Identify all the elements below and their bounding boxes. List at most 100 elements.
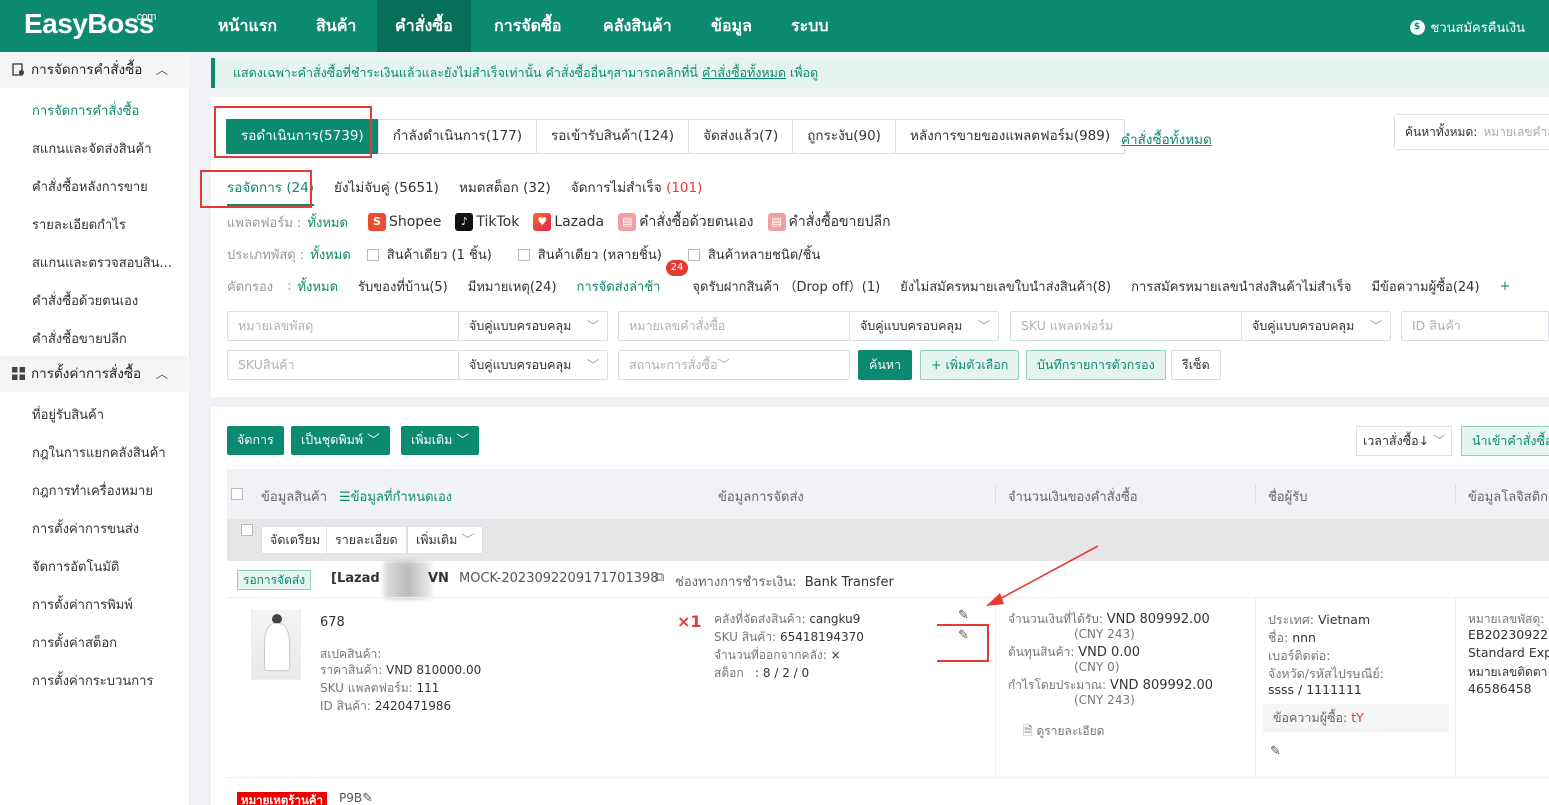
sidebar-item-print-settings[interactable]: การตั้งค่าการพิมพ์ <box>32 594 133 615</box>
nav-system[interactable]: ระบบ <box>773 0 847 52</box>
match-mode-select[interactable]: จับคู่แบบครอบคลุม ﹀ <box>1241 311 1391 341</box>
product-sku-input[interactable]: SKUสินค้า <box>227 350 459 380</box>
sidebar-group-order-settings[interactable]: การตั้งค่าการสั่งซื้อ ︿ <box>0 356 190 392</box>
import-orders-button[interactable]: นำเข้าคำสั่งซื้อ <box>1461 426 1549 456</box>
filter-home-pickup[interactable]: รับของที่บ้าน(5) <box>358 276 448 297</box>
nav-products[interactable]: สินค้า <box>298 0 374 52</box>
count-badge: 24 <box>665 260 689 276</box>
select-all-checkbox[interactable] <box>231 488 243 500</box>
edit-address-icon[interactable]: ✎ <box>1270 744 1281 759</box>
nav-data[interactable]: ข้อมูล <box>693 0 770 52</box>
filter-drop-off[interactable]: จุดรับฝากสินค้า （Drop off）(1) <box>692 276 880 297</box>
sidebar-item-profit[interactable]: รายละเอียดกำไร <box>32 214 126 235</box>
referral-link[interactable]: $ ชวนสมัครคืนเงิน <box>1409 17 1525 38</box>
product-image[interactable] <box>251 610 301 680</box>
buyer-message: ข้อความผู้ซื้อ: tY <box>1263 704 1449 732</box>
checkbox[interactable] <box>366 248 379 261</box>
row-checkbox[interactable] <box>241 524 253 536</box>
more-actions-button[interactable]: เพิ่มเติม ﹀ <box>401 426 479 455</box>
product-name[interactable]: 678 <box>320 615 345 630</box>
sidebar-item-scan-ship[interactable]: สแกนและจัดส่งสินค้า <box>32 138 152 159</box>
order-status-select[interactable]: สถานะการสั่งซื้อ﹀ <box>618 350 850 380</box>
subtab-failed[interactable]: จัดการไม่สำเร็จ (101) <box>571 176 703 206</box>
all-orders-link[interactable]: คำสั่งซื้อทั้งหมด <box>702 65 786 80</box>
product-id-input[interactable]: ID สินค้า <box>1401 311 1549 341</box>
copy-icon[interactable]: ⧉ <box>655 570 664 585</box>
filter-has-note[interactable]: มีหมายเหตุ(24) <box>468 276 557 297</box>
tab-processing[interactable]: กำลังดำเนินการ(177) <box>377 119 538 154</box>
batch-print-button[interactable]: เป็นชุดพิมพ์ ﹀ <box>291 426 390 455</box>
platform-lazada[interactable]: ♥ Lazada <box>533 213 604 231</box>
platform-manual[interactable]: ▤ คำสั่งซื้อด้วยตนเอง <box>618 211 754 233</box>
checkbox[interactable] <box>517 248 530 261</box>
nav-purchasing[interactable]: การจัดซื้อ <box>476 0 580 52</box>
sidebar-item-marking-rules[interactable]: กฎการทำเครื่องหมาย <box>32 480 153 501</box>
parcel-all[interactable]: ทั้งหมด <box>310 244 351 265</box>
nav-warehouse[interactable]: คลังสินค้า <box>585 0 690 52</box>
filter-no-tracking[interactable]: ยังไม่สมัครหมายเลขใบนำส่งสินค้า(8) <box>900 276 1111 297</box>
edit-note-icon[interactable]: ✎ <box>362 791 373 805</box>
list-icon: ☰ <box>339 490 351 505</box>
chevron-down-icon: ﹀ <box>1369 319 1382 333</box>
filter-buyer-message[interactable]: มีข้อความผู้ซื้อ(24) <box>1371 276 1479 297</box>
match-mode-select[interactable]: จับคู่แบบครอบคลุม ﹀ <box>458 350 608 380</box>
sidebar-item-automation[interactable]: จัดการอัตโนมัติ <box>32 556 119 577</box>
sidebar-item-manual-orders[interactable]: คำสั่งซื้อด้วยตนเอง <box>32 290 138 311</box>
platform-shopee[interactable]: S Shopee <box>367 213 441 231</box>
process-button[interactable]: จัดการ <box>227 426 284 455</box>
chevron-down-icon: ﹀ <box>717 357 731 372</box>
reset-button[interactable]: รีเซ็ต <box>1171 350 1221 380</box>
search-button[interactable]: ค้นหา <box>858 350 913 380</box>
more-filters-button[interactable]: + <box>1500 279 1511 294</box>
sidebar-item-after-sales[interactable]: คำสั่งซื้อหลังการขาย <box>32 176 148 197</box>
checkbox[interactable] <box>687 248 700 261</box>
sidebar-item-stock-settings[interactable]: การตั้งค่าสต็อก <box>32 632 117 653</box>
sidebar-item-scan-check[interactable]: สแกนและตรวจสอบสิน... <box>32 252 172 273</box>
tab-shipped[interactable]: จัดส่งแล้ว(7) <box>688 119 794 154</box>
add-option-button[interactable]: + เพิ่มตัวเลือก <box>920 350 1020 380</box>
match-mode-select[interactable]: จับคู่แบบครอบคลุม ﹀ <box>849 311 999 341</box>
screen-all[interactable]: ทั้งหมด <box>298 276 339 297</box>
nav-home[interactable]: หน้าแรก <box>200 0 295 52</box>
sidebar-group-order-management[interactable]: การจัดการคำสั่งซื้อ ︿ <box>0 52 190 88</box>
highlight-box <box>214 106 372 158</box>
document-icon <box>12 63 25 76</box>
tab-suspended[interactable]: ถูกระงับ(90) <box>792 119 896 154</box>
tab-awaiting-pickup[interactable]: รอเข้ารับสินค้า(124) <box>536 119 690 154</box>
platform-tiktok[interactable]: ♪ TikTok <box>455 213 519 231</box>
sidebar-item-shipping-settings[interactable]: การตั้งค่าการขนส่ง <box>32 518 139 539</box>
shop-note-tag: หมายเหตุร้านค้า <box>237 792 327 805</box>
subtab-unpaired[interactable]: ยังไม่จับคู่ (5651) <box>334 176 439 206</box>
parcel-number-input[interactable]: หมายเลขพัสดุ <box>227 311 459 341</box>
shopee-icon: S <box>367 213 386 231</box>
sidebar-item-process-settings[interactable]: การตั้งค่ากระบวนการ <box>32 670 153 691</box>
sidebar-item-retail-orders[interactable]: คำสั่งซื้อขายปลีก <box>32 328 127 349</box>
prepare-button[interactable]: จัดเตรียม <box>261 526 330 554</box>
store-icon: ▤ <box>767 213 786 231</box>
order-number-input[interactable]: หมายเลขคำสั่งซื้อ <box>618 311 850 341</box>
all-orders-tab-link[interactable]: คำสั่งซื้อทั้งหมด <box>1121 128 1212 150</box>
parcel-type-filter: ประเภทพัสดุ : ทั้งหมด สินค้าเดียว (1 ชิ้… <box>227 244 820 265</box>
filter-tracking-failed[interactable]: การสมัครหมายเลขนำส่งสินค้าไม่สำเร็จ <box>1131 276 1351 297</box>
save-filter-button[interactable]: บันทึกรายการตัวกรอง <box>1026 350 1166 380</box>
platform-filter: แพลตฟอร์ม : ทั้งหมด S Shopee ♪ TikTok ♥ Laz… <box>227 211 905 233</box>
platform-all[interactable]: ทั้งหมด <box>307 212 348 233</box>
logo[interactable]: EasyBoss .com <box>24 8 156 40</box>
details-button[interactable]: รายละเอียด <box>326 526 407 554</box>
row-more-button[interactable]: เพิ่มเติม ﹀ <box>407 526 483 554</box>
sidebar-item-warehouse-rules[interactable]: กฎในการแยกคลังสินค้า <box>32 442 166 463</box>
view-details-link[interactable]: 🗎 ดูรายละเอียด <box>1023 722 1104 743</box>
sort-select[interactable]: เวลาสั่งซื้อ↓ ﹀ <box>1356 426 1452 456</box>
global-search[interactable]: ค้นหาทั้งหมด:หมายเลขคำสั่งซื้อ <box>1394 114 1549 150</box>
subtab-out-of-stock[interactable]: หมดสต็อก (32) <box>459 176 551 206</box>
platform-sku-input[interactable]: SKU แพลตฟอร์ม <box>1010 311 1242 341</box>
tab-platform-after-sales[interactable]: หลังการขายของแพลตฟอร์ม(989) <box>894 119 1126 154</box>
edit-warehouse-icon[interactable]: ✎ <box>958 608 969 623</box>
sidebar-item-pickup-address[interactable]: ที่อยู่รับสินค้า <box>32 404 104 425</box>
filter-late-shipping[interactable]: การจัดส่งล่าช้า 24 <box>577 260 689 297</box>
custom-columns-link[interactable]: ☰ข้อมูลที่กำหนดเอง <box>339 486 452 507</box>
platform-retail[interactable]: ▤ คำสั่งซื้อขายปลีก <box>767 211 891 233</box>
sidebar-item-order-management[interactable]: การจัดการคำสั่งซื้อ <box>32 100 139 121</box>
nav-orders[interactable]: คำสั่งซื้อ <box>377 0 471 52</box>
match-mode-select[interactable]: จับคู่แบบครอบคลุม ﹀ <box>458 311 608 341</box>
